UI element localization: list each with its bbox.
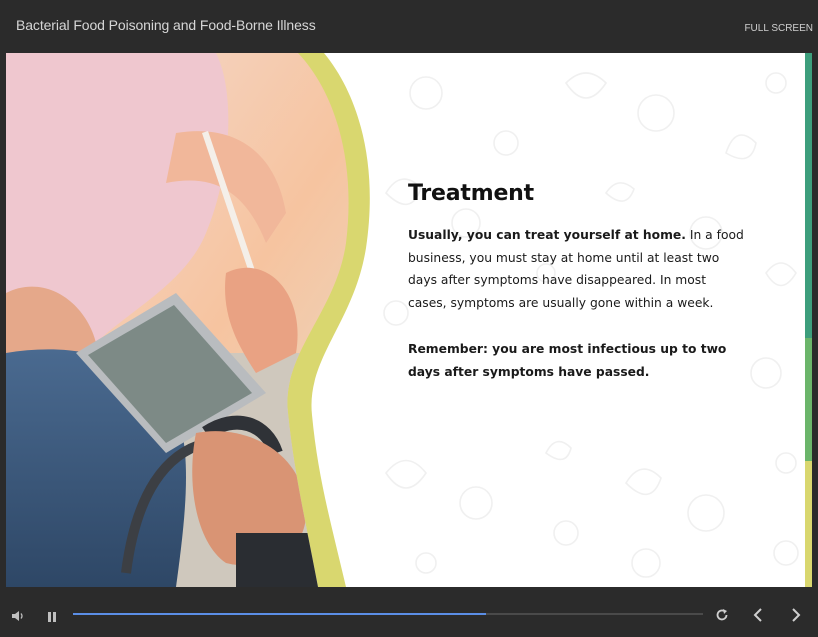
fullscreen-button[interactable]: FULL SCREEN: [744, 23, 813, 34]
course-title: Bacterial Food Poisoning and Food-Borne …: [16, 17, 316, 33]
reminder-paragraph: Remember: you are most infectious up to …: [408, 338, 748, 383]
replay-icon[interactable]: [715, 607, 729, 626]
treatment-lead: Usually, you can treat yourself at home.: [408, 228, 686, 242]
chevron-left-icon[interactable]: [752, 607, 764, 626]
strip-segment-2: [805, 338, 812, 461]
slide-content: Treatment Usually, you can treat yoursel…: [408, 181, 748, 383]
volume-icon[interactable]: [11, 607, 25, 626]
chevron-right-icon[interactable]: [790, 607, 802, 626]
reminder-text: Remember: you are most infectious up to …: [408, 342, 727, 379]
strip-segment-3: [805, 461, 812, 587]
treatment-paragraph: Usually, you can treat yourself at home.…: [408, 224, 748, 314]
top-bar: Bacterial Food Poisoning and Food-Borne …: [0, 0, 818, 53]
pause-icon[interactable]: [47, 608, 57, 627]
section-progress-strip: [805, 53, 812, 587]
slide-heading: Treatment: [408, 181, 534, 206]
seek-bar[interactable]: [73, 613, 703, 615]
player-controls: [0, 587, 818, 637]
seek-bar-fill: [73, 613, 487, 615]
strip-segment-1: [805, 53, 812, 338]
slide: Treatment Usually, you can treat yoursel…: [6, 53, 812, 587]
